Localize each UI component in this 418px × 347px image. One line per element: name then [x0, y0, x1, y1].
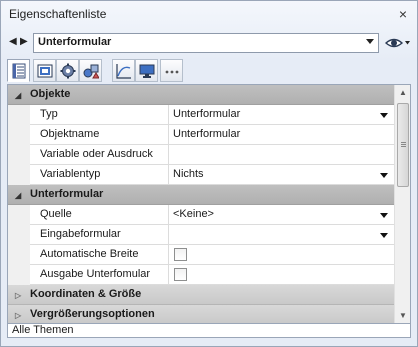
property-grid: ◢ Objekte Typ Unterformular Objektname U…	[7, 84, 411, 324]
property-row-automatische-breite: Automatische Breite	[8, 245, 394, 265]
ausgabe-unterformular-value	[168, 265, 394, 285]
property-value: Nichts	[173, 168, 204, 180]
expand-triangle-icon: ▷	[15, 311, 22, 320]
quelle-select[interactable]: <Keine>	[168, 205, 394, 225]
property-name: Typ	[40, 108, 58, 120]
property-value: <Keine>	[173, 208, 214, 220]
object-select-value: Unterformular	[38, 36, 112, 48]
property-row-variablentyp: Variablentyp Nichts	[8, 165, 394, 185]
chevron-down-icon	[380, 233, 388, 238]
section-label: Vergrößerungsoptionen	[30, 308, 155, 320]
variablentyp-select[interactable]: Nichts	[168, 165, 394, 185]
typ-select[interactable]: Unterformular	[168, 105, 394, 125]
property-name: Automatische Breite	[40, 248, 139, 260]
theme-filter-label: Alle Themen	[12, 324, 74, 336]
scroll-up-icon[interactable]: ▲	[399, 88, 407, 97]
previous-object-icon[interactable]: ◀	[9, 36, 17, 47]
tab-shapes[interactable]	[79, 59, 102, 82]
variable-field[interactable]	[168, 145, 394, 165]
property-name: Ausgabe Unterfomular	[40, 268, 151, 280]
property-list-window: Eigenschaftenliste × ◀ ▶ Unterformular ◢…	[0, 0, 418, 347]
property-name: Quelle	[40, 208, 72, 220]
more-icon	[165, 70, 179, 74]
tab-more[interactable]	[160, 59, 183, 82]
tab-display[interactable]	[135, 59, 158, 82]
scroll-down-icon[interactable]: ▼	[399, 311, 407, 320]
property-list-icon	[12, 63, 26, 79]
shapes-icon	[83, 64, 99, 79]
property-row-quelle: Quelle <Keine>	[8, 205, 394, 225]
ausgabe-unterformular-checkbox[interactable]	[174, 268, 187, 281]
property-name: Objektname	[40, 128, 100, 140]
theme-filter-status[interactable]: Alle Themen	[7, 324, 411, 338]
eye-icon[interactable]	[384, 35, 411, 51]
theme-toolbar	[7, 59, 411, 83]
section-objekte[interactable]: ◢ Objekte	[8, 85, 394, 105]
tab-property-list[interactable]	[7, 59, 30, 82]
section-label: Objekte	[30, 88, 71, 100]
monitor-icon	[139, 64, 155, 78]
form-icon	[37, 64, 53, 78]
tab-form[interactable]	[33, 59, 56, 82]
vertical-scrollbar[interactable]: ▲ ▼	[394, 85, 410, 323]
property-row-eingabeformular: Eingabeformular	[8, 225, 394, 245]
section-vergroesserung[interactable]: ▷ Vergrößerungsoptionen	[8, 305, 394, 323]
property-value: Unterformular	[173, 108, 241, 120]
section-koordinaten[interactable]: ▷ Koordinaten & Größe	[8, 285, 394, 305]
property-name: Eingabeformular	[40, 228, 121, 240]
tab-settings[interactable]	[56, 59, 79, 82]
collapse-triangle-icon: ◢	[15, 191, 22, 200]
window-title: Eigenschaftenliste	[9, 7, 107, 21]
tab-chart[interactable]	[112, 59, 135, 82]
property-name: Variablentyp	[40, 168, 101, 180]
property-row-variable: Variable oder Ausdruck	[8, 145, 394, 165]
chevron-down-icon	[380, 113, 388, 118]
close-icon[interactable]: ×	[395, 6, 411, 22]
chevron-down-icon	[366, 39, 374, 44]
automatische-breite-value	[168, 245, 394, 265]
property-row-objektname: Objektname Unterformular	[8, 125, 394, 145]
gear-icon	[60, 63, 76, 79]
object-nav: ◀ ▶ Unterformular	[7, 33, 411, 53]
title-bar: Eigenschaftenliste ×	[1, 1, 417, 27]
property-row-ausgabe-unterformular: Ausgabe Unterfomular	[8, 265, 394, 285]
property-value: Unterformular	[173, 128, 241, 140]
chart-icon	[116, 64, 131, 79]
eingabeformular-select[interactable]	[168, 225, 394, 245]
section-unterformular[interactable]: ◢ Unterformular	[8, 185, 394, 205]
property-name: Variable oder Ausdruck	[40, 148, 153, 160]
automatische-breite-checkbox[interactable]	[174, 248, 187, 261]
next-object-icon[interactable]: ▶	[20, 36, 28, 47]
property-row-typ: Typ Unterformular	[8, 105, 394, 125]
chevron-down-icon	[380, 213, 388, 218]
section-label: Koordinaten & Größe	[30, 288, 142, 300]
scrollbar-thumb[interactable]	[397, 103, 409, 187]
expand-triangle-icon: ▷	[15, 291, 22, 300]
collapse-triangle-icon: ◢	[15, 91, 22, 100]
chevron-down-icon	[380, 173, 388, 178]
section-label: Unterformular	[30, 188, 104, 200]
object-select[interactable]: Unterformular	[33, 33, 379, 53]
objektname-field[interactable]: Unterformular	[168, 125, 394, 145]
